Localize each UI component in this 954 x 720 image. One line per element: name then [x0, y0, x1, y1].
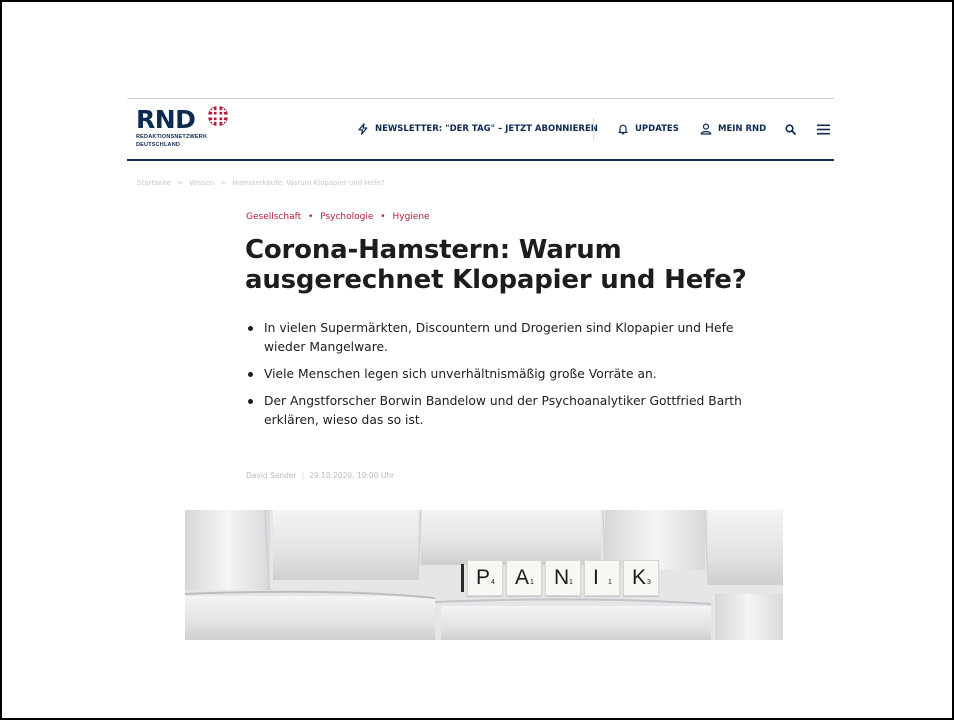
newsletter-link[interactable]: NEWSLETTER: "DER TAG" – JETZT ABONNIEREN: [357, 99, 598, 159]
scrabble-tile: K3: [623, 560, 659, 596]
article-byline: David Sander | 29.10.2020, 19:00 Uhr: [246, 471, 394, 480]
search-button[interactable]: [785, 99, 796, 159]
user-icon: [700, 123, 712, 135]
breadcrumb: Startseite > Wissen > Hamsterkäufe: Waru…: [137, 179, 389, 187]
article-title-line-1: Corona-Hamstern: Warum: [245, 235, 622, 265]
scrabble-tile-letter: N: [554, 566, 570, 589]
breadcrumb-separator: >: [177, 179, 184, 187]
newsletter-label: NEWSLETTER: "DER TAG" – JETZT ABONNIEREN: [375, 124, 598, 134]
scrabble-tile: A1: [506, 560, 542, 596]
article-tags: Gesellschaft • Psychologie • Hygiene: [246, 212, 430, 222]
globe-icon: [208, 106, 228, 126]
scrabble-tile-score: 1: [569, 579, 573, 586]
breadcrumb-separator: >: [220, 179, 227, 187]
scrabble-tile-letter: I: [593, 566, 599, 589]
bell-icon: [618, 124, 628, 135]
summary-item: Der Angstforscher Borwin Bandelow und de…: [246, 392, 746, 430]
article-title: Corona-Hamstern: Warum ausgerechnet Klop…: [245, 235, 765, 295]
site-header: RND REDAKTIONSNETZWERK DEUTSCHLAND NEWSL…: [127, 98, 834, 161]
screenshot-frame: RND REDAKTIONSNETZWERK DEUTSCHLAND NEWSL…: [0, 0, 954, 720]
summary-item: In vielen Supermärkten, Discountern und …: [246, 319, 746, 357]
breadcrumb-item-current: Hamsterkäufe: Warum Klopapier und Hefe?: [232, 179, 385, 187]
logo-subtitle-2: DEUTSCHLAND: [136, 141, 181, 148]
scrabble-tile-score: 1: [608, 579, 612, 586]
publish-date: 29.10.2020, 19:00 Uhr: [309, 471, 395, 480]
scrabble-tile: N1: [545, 560, 581, 596]
nav-divider: [593, 118, 594, 140]
updates-label: UPDATES: [635, 124, 679, 134]
scrabble-tile-letter: P: [476, 566, 491, 589]
scrabble-tile: P4: [467, 560, 503, 596]
hero-image: P4A1N1I1K3: [185, 510, 783, 640]
tag-separator: •: [380, 212, 386, 222]
article-title-line-2: ausgerechnet Klopapier und Hefe?: [245, 265, 747, 295]
logo-subtitle-1: REDAKTIONSNETZWERK: [136, 134, 208, 140]
scrabble-tile-letter: K: [632, 566, 647, 589]
updates-button[interactable]: UPDATES: [617, 99, 679, 159]
logo-wordmark: RND: [136, 105, 196, 134]
menu-icon: [817, 124, 830, 134]
scrabble-tile: I1: [584, 560, 620, 596]
tag-separator: •: [308, 212, 314, 222]
menu-button[interactable]: [817, 99, 830, 159]
mein-rnd-label: MEIN RND: [718, 124, 767, 134]
scrabble-tiles: P4A1N1I1K3: [467, 560, 659, 596]
search-icon: [785, 123, 796, 135]
site-logo[interactable]: RND REDAKTIONSNETZWERK DEUTSCHLAND: [136, 105, 228, 148]
scrabble-tile-score: 1: [530, 579, 534, 586]
lightning-icon: [358, 123, 368, 135]
scrabble-tile-score: 4: [491, 579, 495, 586]
breadcrumb-item-wissen[interactable]: Wissen: [189, 179, 214, 187]
article-summary-list: In vielen Supermärkten, Discountern und …: [246, 319, 746, 438]
breadcrumb-item-startseite[interactable]: Startseite: [137, 179, 171, 187]
scrabble-tile-letter: A: [515, 566, 530, 589]
mein-rnd-button[interactable]: MEIN RND: [700, 99, 766, 159]
author-name[interactable]: David Sander: [246, 471, 297, 480]
scrabble-tile-score: 3: [647, 579, 651, 586]
tag-gesellschaft[interactable]: Gesellschaft: [246, 212, 301, 222]
summary-item: Viele Menschen legen sich unverhältnismä…: [246, 365, 746, 384]
tag-psychologie[interactable]: Psychologie: [320, 212, 373, 222]
tag-hygiene[interactable]: Hygiene: [392, 212, 429, 222]
byline-divider: |: [301, 471, 305, 480]
